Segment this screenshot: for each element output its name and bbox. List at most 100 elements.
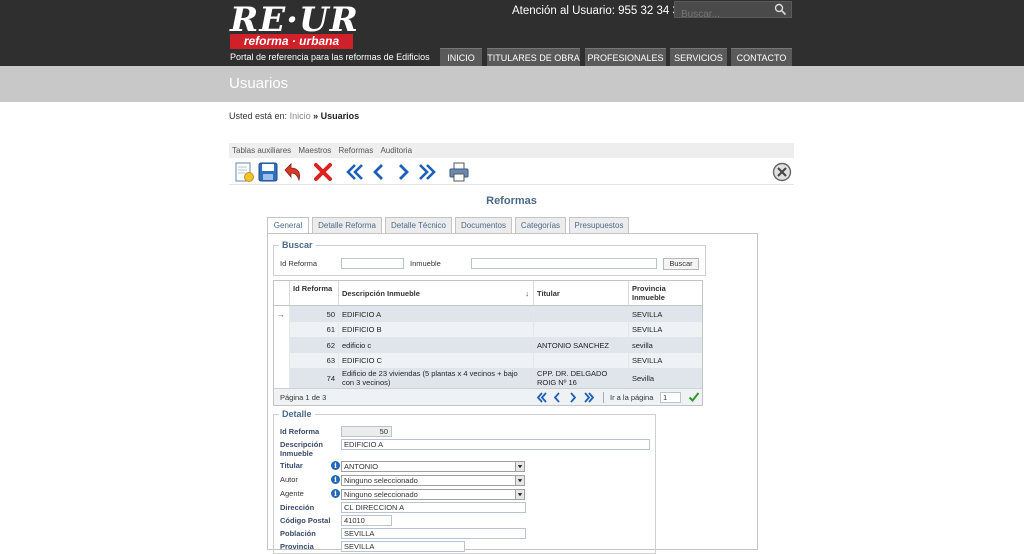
app-menu-bar: Tablas auxiliares Maestros Reformas Audi… (229, 143, 794, 158)
row-marker: → (274, 306, 290, 322)
page-title: Usuarios (229, 75, 289, 92)
nav-servicios[interactable]: SERVICIOS (670, 48, 727, 66)
nav-inicio[interactable]: INICIO (440, 48, 482, 66)
agente-select[interactable]: Ninguno seleccionado (341, 489, 525, 500)
grid-header-descripcion[interactable]: Descripción Inmueble ↓ (339, 281, 534, 306)
cell-id: 50 (290, 306, 339, 322)
table-row[interactable]: 74 Edificio de 23 viviendas (5 plantas x… (274, 368, 702, 388)
nav-profesionales[interactable]: PROFESIONALES (585, 48, 666, 66)
menu-item-reformas[interactable]: Reformas (339, 146, 374, 155)
support-phone: Atención al Usuario: 955 32 34 31 (512, 5, 686, 17)
pager-previous-icon[interactable] (552, 392, 562, 403)
detail-legend: Detalle (279, 409, 315, 419)
delete-icon[interactable] (312, 161, 334, 183)
cell-descripcion: EDIFICIO B (339, 322, 534, 337)
chevron-down-icon[interactable] (515, 476, 524, 485)
menu-item-tablas-auxiliares[interactable]: Tablas auxiliares (232, 146, 291, 155)
cell-titular: ANTONIO SANCHEZ (534, 337, 629, 353)
breadcrumb-separator: » (313, 111, 319, 121)
goto-page-label: Ir a la página (610, 393, 654, 402)
search-legend: Buscar (279, 240, 316, 250)
tab-categorias[interactable]: Categorías (515, 217, 566, 234)
detail-direccion-label: Dirección (280, 503, 315, 512)
cell-titular (534, 322, 629, 337)
last-record-icon[interactable] (416, 161, 438, 183)
site-logo[interactable]: RE·UR reforma · urbana (230, 0, 358, 49)
breadcrumb-link-inicio[interactable]: Inicio (290, 111, 311, 121)
chevron-down-icon[interactable] (515, 462, 524, 471)
tab-documentos[interactable]: Documentos (455, 217, 512, 234)
detail-cp-field[interactable]: 41010 (341, 515, 392, 526)
nav-titulares-de-obra[interactable]: TITULARES DE OBRA (487, 48, 580, 66)
detail-agente-label: Agente (280, 489, 304, 498)
form-title: Reformas (486, 195, 537, 207)
detail-poblacion-field[interactable]: SEVILLA (341, 528, 526, 539)
tab-presupuestos[interactable]: Presupuestos (569, 217, 629, 234)
menu-item-auditoria[interactable]: Auditoria (380, 146, 412, 155)
detail-direccion-field[interactable]: CL DIRECCION A (341, 502, 526, 513)
table-row[interactable]: 62 edificio c ANTONIO SANCHEZ sevilla (274, 337, 702, 353)
info-icon[interactable]: i (331, 489, 340, 498)
detail-provincia-field[interactable]: SEVILLA (341, 541, 465, 552)
undo-icon[interactable] (281, 161, 303, 183)
titular-select[interactable]: ANTONIO (341, 461, 525, 472)
cell-provincia: SEVILLA (632, 309, 663, 319)
menu-item-maestros[interactable]: Maestros (298, 146, 331, 155)
search-button[interactable]: Buscar (663, 258, 699, 270)
detail-autor-label: Autor (280, 475, 298, 484)
new-record-icon[interactable] (233, 161, 255, 183)
cell-provincia: Sevilla (632, 373, 655, 383)
nav-contacto[interactable]: CONTACTO (731, 48, 792, 66)
search-inmueble-input[interactable] (471, 258, 657, 269)
grid-header-provincia[interactable]: Provincia Inmueble (629, 281, 702, 306)
site-search (674, 1, 792, 22)
goto-page-check-icon[interactable] (688, 391, 700, 403)
cell-id: 62 (290, 337, 339, 353)
row-marker (274, 353, 290, 368)
save-icon[interactable] (257, 161, 279, 183)
grid-pager: Página 1 de 3 Ir a la página 1 (274, 388, 702, 405)
search-id-input[interactable] (341, 258, 404, 269)
pager-first-icon[interactable] (536, 392, 548, 403)
next-record-icon[interactable] (392, 161, 414, 183)
detail-desc-field[interactable]: EDIFICIO A (341, 439, 650, 450)
tab-detalle-tecnico[interactable]: Detalle Técnico (385, 217, 452, 234)
cell-descripcion: EDIFICIO C (339, 353, 534, 368)
pager-next-icon[interactable] (568, 392, 578, 403)
page-info: Página 1 de 3 (280, 393, 327, 402)
goto-page-input[interactable]: 1 (660, 392, 681, 403)
close-icon[interactable] (771, 161, 793, 183)
breadcrumb-prefix: Usted está en: (229, 111, 288, 121)
table-row[interactable]: 63 EDIFICIO C SEVILLA (274, 353, 702, 368)
tab-detalle-reforma[interactable]: Detalle Reforma (312, 217, 382, 234)
reformas-grid: Id Reforma Descripción Inmueble ↓ Titula… (273, 280, 703, 406)
row-marker (274, 322, 290, 337)
table-row[interactable]: 61 EDIFICIO B SEVILLA (274, 322, 702, 337)
breadcrumb: Usted está en: Inicio » Usuarios (229, 111, 359, 121)
row-marker (274, 368, 290, 388)
breadcrumb-current: Usuarios (320, 111, 360, 121)
cell-id: 74 (290, 368, 339, 388)
info-icon[interactable]: i (331, 461, 340, 470)
print-icon[interactable] (448, 161, 470, 183)
cell-provincia: sevilla (632, 340, 653, 350)
cell-id: 61 (290, 322, 339, 337)
info-icon[interactable]: i (331, 475, 340, 484)
first-record-icon[interactable] (344, 161, 366, 183)
site-tagline: Portal de referencia para las reformas d… (230, 52, 430, 62)
record-toolbar (229, 158, 794, 185)
search-icon[interactable] (774, 3, 787, 16)
pager-last-icon[interactable] (583, 392, 595, 403)
grid-header-titular[interactable]: Titular (534, 281, 629, 306)
table-row[interactable]: → 50 EDIFICIO A SEVILLA (274, 306, 702, 322)
grid-header-id[interactable]: Id Reforma (290, 281, 339, 306)
search-id-label: Id Reforma (280, 259, 318, 268)
search-input[interactable] (675, 7, 770, 22)
search-inmueble-label: Inmueble (410, 259, 441, 268)
autor-select-value: Ninguno seleccionado (344, 476, 418, 485)
previous-record-icon[interactable] (368, 161, 390, 183)
chevron-down-icon[interactable] (515, 490, 524, 499)
cell-descripcion: Edificio de 23 viviendas (5 plantas x 4 … (339, 368, 534, 388)
autor-select[interactable]: Ninguno seleccionado (341, 475, 525, 486)
cell-titular: CPP. DR. DELGADO ROIG Nº 16 (534, 368, 629, 388)
